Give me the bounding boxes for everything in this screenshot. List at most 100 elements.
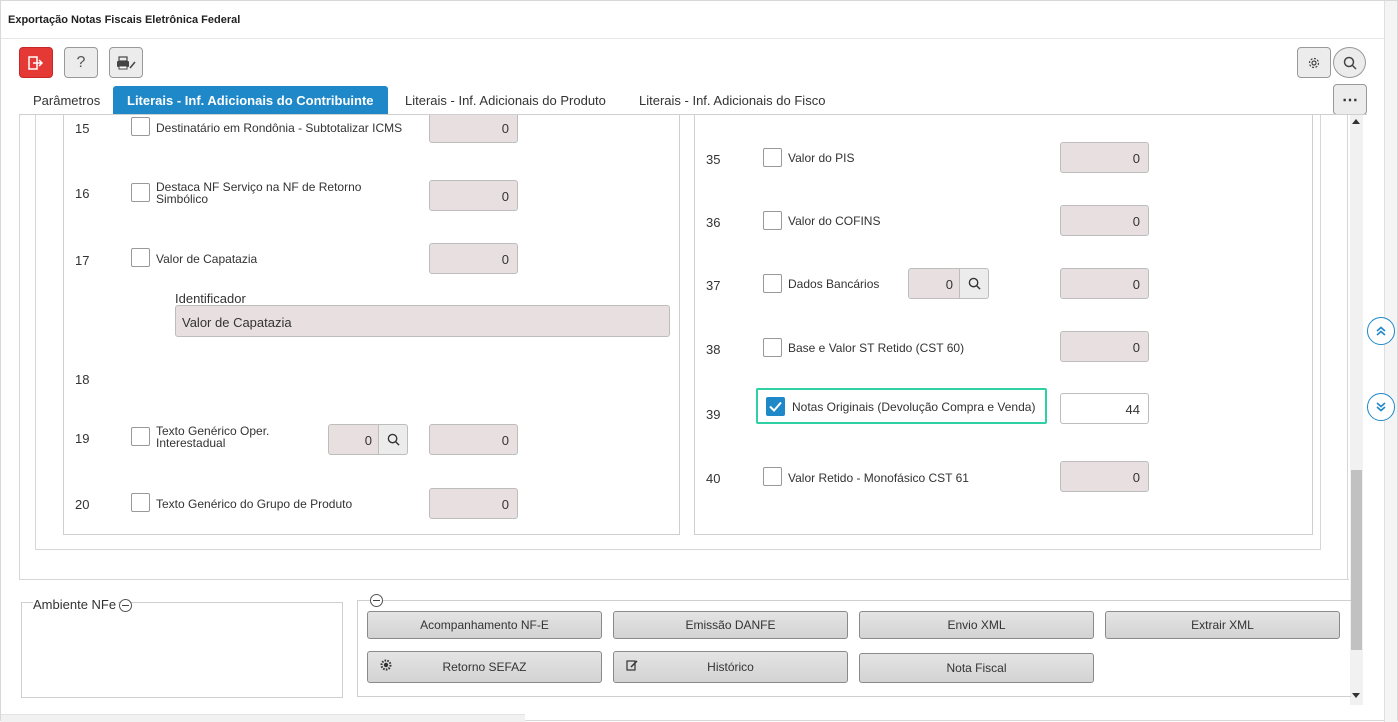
window-edge [1384,1,1397,722]
title-bar: Exportação Notas Fiscais Eletrônica Fede… [1,1,1385,39]
left-panel: 15 Destinatário em Rondônia - Subtotaliz… [63,115,680,535]
extrair-xml-button[interactable]: Extrair XML [1105,611,1340,639]
value-field-39[interactable]: 44 [1060,393,1149,424]
checkbox-row-20[interactable] [131,493,150,512]
row-label: Base e Valor ST Retido (CST 60) [788,341,965,355]
tab-parametros[interactable]: Parâmetros [19,86,114,115]
exit-icon [28,55,44,70]
more-icon: ⋯ [1342,91,1358,109]
right-panel: 35 Valor do PIS 0 36 Valor do COFINS 0 3… [694,115,1313,535]
checkbox-row-40[interactable] [763,467,782,486]
checkbox-row-37[interactable] [763,274,782,293]
row-number: 40 [706,471,721,486]
envio-xml-button[interactable]: Envio XML [859,611,1094,639]
tab-content: 15 Destinatário em Rondônia - Subtotaliz… [19,115,1367,585]
checkbox-row-35[interactable] [763,148,782,167]
lookup-field-19[interactable]: 0 [328,424,379,455]
lookup-field-37[interactable]: 0 [908,268,960,299]
button-label: Extrair XML [1191,618,1254,632]
value-field-19: 0 [429,424,518,455]
scroll-down-arrow[interactable] [1352,693,1360,698]
identifier-field: Valor de Capatazia [175,305,670,337]
row-label: Valor Retido - Monofásico CST 61 [788,471,969,485]
scroll-bottom-button[interactable] [1367,393,1395,421]
tab-inf-produto[interactable]: Literais - Inf. Adicionais do Produto [391,86,620,115]
acompanhamento-nfe-button[interactable]: Acompanhamento NF-E [367,611,602,639]
button-label: Nota Fiscal [946,661,1007,675]
value-field-37: 0 [1060,268,1149,299]
row-number: 39 [706,407,721,422]
row-label: Dados Bancários [788,277,880,291]
historico-button[interactable]: Histórico [613,651,848,683]
gear-icon [380,659,392,671]
gear-icon [1308,57,1320,68]
search-button[interactable] [1333,47,1366,78]
exit-button[interactable] [19,47,53,78]
lookup-button-19[interactable] [378,424,408,455]
row-number: 19 [75,431,90,446]
value-field-20: 0 [429,488,518,519]
tab-inf-fisco[interactable]: Literais - Inf. Adicionais do Fisco [625,86,839,115]
edit-icon [626,660,638,671]
row-label: Notas Originais (Devolução Compra e Vend… [792,400,1036,414]
print-button[interactable] [109,47,143,78]
row-label-line2: Interestadual [156,436,226,450]
value-field-35: 0 [1060,142,1149,173]
scrollbar-thumb[interactable] [1351,470,1362,650]
row-label: Valor do PIS [788,151,855,165]
row-number: 15 [75,121,90,136]
scroll-up-arrow[interactable] [1352,119,1360,124]
row-number: 37 [706,278,721,293]
vertical-scrollbar[interactable] [1350,115,1363,705]
printer-edit-icon [117,55,136,69]
checkbox-row-36[interactable] [763,211,782,230]
row-label: Valor do COFINS [788,214,881,228]
help-button[interactable]: ? [64,47,98,78]
search-icon [968,277,981,290]
search-icon [1343,56,1357,70]
collapse-actions-icon[interactable] [370,594,383,607]
lookup-button-37[interactable] [959,268,989,299]
row-number: 35 [706,152,721,167]
checkbox-row-19[interactable] [131,427,150,446]
button-label: Envio XML [947,618,1006,632]
row-number: 20 [75,497,90,512]
row-number: 17 [75,253,90,268]
checkbox-row-17[interactable] [131,248,150,267]
row-number: 18 [75,372,90,387]
row-label: Texto Genérico do Grupo de Produto [156,497,353,511]
window-title: Exportação Notas Fiscais Eletrônica Fede… [8,14,241,26]
retorno-sefaz-button[interactable]: Retorno SEFAZ [367,651,602,683]
value-field-36: 0 [1060,205,1149,236]
tab-inf-contribuinte[interactable]: Literais - Inf. Adicionais do Contribuin… [113,86,388,115]
row-label-line2: Simbólico [156,192,209,206]
checkbox-row-16[interactable] [131,183,150,202]
button-label: Acompanhamento NF-E [420,618,549,632]
value-field-38: 0 [1060,331,1149,362]
checkbox-row-39[interactable] [766,397,785,416]
value-field-16: 0 [429,180,518,211]
value-field-15: 0 [429,115,518,143]
more-options-button[interactable]: ⋯ [1333,84,1367,115]
section-divider [19,579,1349,580]
checkbox-row-38[interactable] [763,338,782,357]
button-label: Histórico [707,660,754,674]
settings-button[interactable] [1297,47,1331,78]
row-number: 16 [75,186,90,201]
checkmark-icon [769,401,782,412]
checkbox-row-15[interactable] [131,117,150,136]
scroll-top-button[interactable] [1367,317,1395,345]
nota-fiscal-button[interactable]: Nota Fiscal [859,653,1094,683]
ambiente-nfe-title: Ambiente NFe [33,597,119,612]
double-chevron-down-icon [1376,402,1386,412]
button-label: Emissão DANFE [685,618,776,632]
emissao-danfe-button[interactable]: Emissão DANFE [613,611,848,639]
value-field-40: 0 [1060,461,1149,492]
double-chevron-up-icon [1376,326,1386,336]
row-number: 38 [706,342,721,357]
collapse-ambiente-icon[interactable] [119,599,132,612]
search-icon [387,433,400,446]
ambiente-nfe-panel [21,602,343,698]
help-icon: ? [76,53,86,71]
row-number: 36 [706,215,721,230]
